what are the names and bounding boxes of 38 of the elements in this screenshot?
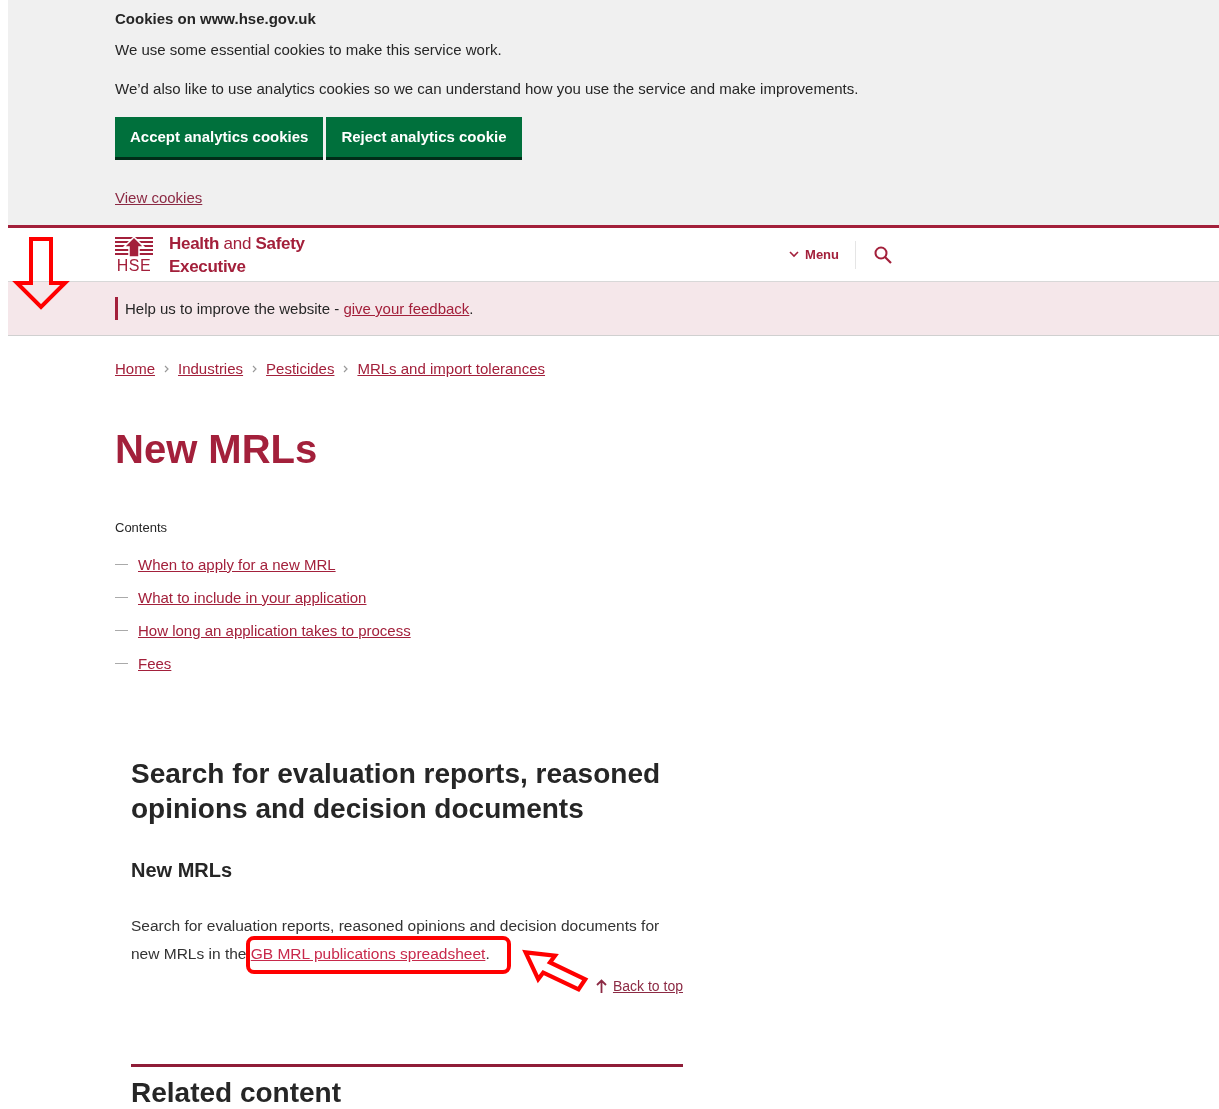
section-paragraph: Search for evaluation reports, reasoned opinions and decision documents for new MRLs in the GB MRL publications spreadsheet. — [131, 912, 683, 968]
breadcrumb-link[interactable]: Pesticides — [266, 360, 335, 377]
dash-icon — [115, 597, 128, 598]
dash-icon — [115, 630, 128, 631]
feedback-text: Help us to improve the website - give your feedback. — [115, 297, 474, 320]
section-subtitle: New MRLs — [131, 859, 234, 882]
contents-link[interactable]: How long an application takes to process — [138, 622, 411, 639]
section-title: Search for evaluation reports, reasoned opinions and decision documents — [131, 757, 662, 826]
breadcrumb-link[interactable]: Industries — [178, 360, 244, 377]
banner-text: We’d also like to use analytics cookies so we can understand how you use the service and make improvements. — [115, 80, 860, 97]
logo-mark: HSE — [116, 257, 152, 274]
contents-link[interactable]: Fees — [138, 655, 172, 672]
view-cookies-link[interactable]: View cookies — [115, 189, 203, 206]
logo-name: Health and Safety — [169, 232, 305, 255]
cookie-button[interactable]: Reject analytics cookie — [326, 117, 522, 160]
contents-link[interactable]: What to include in your application — [138, 589, 367, 606]
menu-button[interactable]: Menu — [789, 240, 856, 269]
search-icon — [874, 245, 892, 264]
chevron-icon — [343, 364, 349, 373]
contents-link[interactable]: When to apply for a new MRL — [138, 556, 336, 573]
logo-name: Executive — [169, 255, 247, 278]
logo-icon — [115, 235, 153, 258]
back-to-top-link[interactable]: Back to top — [612, 978, 683, 994]
cookie-button[interactable]: Accept analytics cookies — [115, 117, 324, 160]
up-arrow-icon — [595, 979, 607, 993]
spreadsheet-link[interactable]: GB MRL publications spreadsheet — [250, 945, 486, 962]
banner-title: Cookies on www.hse.gov.uk — [115, 10, 317, 27]
banner-text: We use some essential cookies to make this service work. — [115, 41, 503, 58]
chevron-icon — [252, 364, 258, 373]
breadcrumb-link[interactable]: Home — [115, 360, 155, 377]
dash-icon — [115, 663, 128, 664]
section-title: Related content — [131, 1076, 343, 1109]
breadcrumb-link[interactable]: MRLs and import tolerances — [357, 360, 546, 377]
chevron-icon — [164, 364, 169, 373]
dash-icon — [115, 564, 128, 565]
page-title: New MRLs — [115, 427, 319, 472]
contents-heading: Contents — [115, 520, 169, 535]
chevron-icon — [789, 251, 800, 258]
